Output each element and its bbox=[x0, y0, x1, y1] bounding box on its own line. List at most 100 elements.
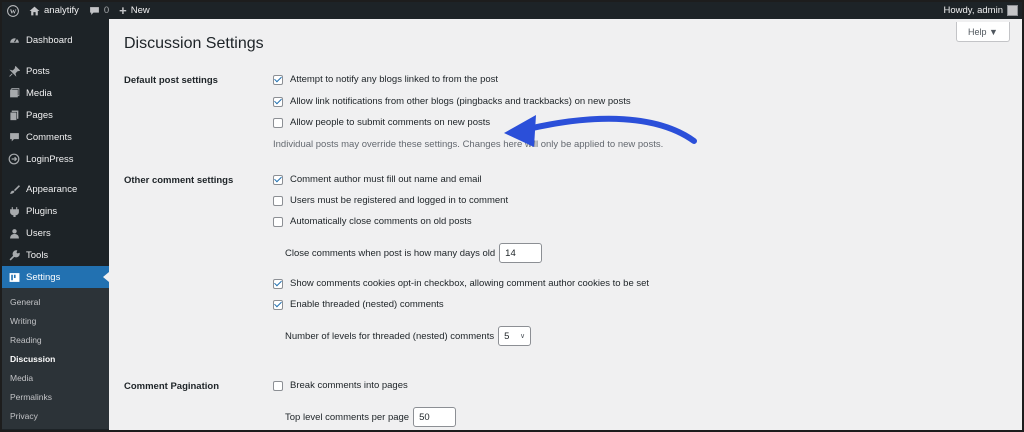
option-notify-blogs[interactable]: Attempt to notify any blogs linked to fr… bbox=[273, 74, 498, 85]
sidebar-item-appearance[interactable]: Appearance bbox=[2, 178, 109, 200]
option-require-name-email[interactable]: Comment author must fill out name and em… bbox=[273, 174, 482, 185]
checkbox-unchecked[interactable] bbox=[273, 117, 283, 128]
svg-text:W: W bbox=[10, 8, 17, 15]
comments-link[interactable]: 0 bbox=[84, 2, 114, 19]
settings-submenu: General Writing Reading Discussion Media… bbox=[2, 288, 109, 429]
annotation-arrow-icon bbox=[504, 115, 697, 147]
main-content: Help ▼ Discussion Settings Default post … bbox=[109, 19, 1022, 430]
option-link-notifications[interactable]: Allow link notifications from other blog… bbox=[273, 96, 631, 107]
loginpress-icon bbox=[8, 153, 20, 165]
submenu-reading[interactable]: Reading bbox=[2, 330, 109, 349]
sidebar-item-media[interactable]: Media bbox=[2, 82, 109, 104]
sidebar-item-dashboard[interactable]: Dashboard bbox=[2, 29, 109, 51]
checkbox-checked[interactable] bbox=[273, 278, 283, 289]
user-icon bbox=[8, 227, 20, 239]
close-days-row: Close comments when post is how many day… bbox=[285, 243, 543, 263]
thread-levels-label: Number of levels for threaded (nested) c… bbox=[285, 330, 495, 342]
option-label: Enable threaded (nested) comments bbox=[290, 299, 444, 310]
sidebar-item-settings[interactable]: Settings bbox=[2, 266, 109, 288]
new-label: New bbox=[130, 5, 150, 16]
sidebar-item-label: Posts bbox=[26, 65, 50, 77]
option-require-registration[interactable]: Users must be registered and logged in t… bbox=[273, 195, 508, 206]
site-name-link[interactable]: analytify bbox=[24, 2, 84, 19]
pages-icon bbox=[8, 109, 20, 121]
wordpress-logo[interactable]: W bbox=[2, 2, 24, 19]
plus-icon: + bbox=[119, 3, 127, 18]
sidebar-item-label: Comments bbox=[26, 131, 72, 143]
per-page-row: Top level comments per page 50 bbox=[285, 407, 457, 427]
option-auto-close[interactable]: Automatically close comments on old post… bbox=[273, 216, 472, 227]
sidebar-item-posts[interactable]: Posts bbox=[2, 60, 109, 82]
option-label: Break comments into pages bbox=[290, 380, 408, 391]
home-icon bbox=[29, 6, 40, 15]
checkbox-checked[interactable] bbox=[273, 299, 283, 310]
thread-levels-select[interactable]: 5 ∨ bbox=[498, 326, 532, 346]
sidebar-item-loginpress[interactable]: LoginPress bbox=[2, 148, 109, 170]
sidebar-item-label: Settings bbox=[26, 271, 61, 283]
comments-count: 0 bbox=[103, 5, 110, 16]
sidebar-item-label: LoginPress bbox=[26, 153, 74, 165]
sidebar-item-label: Dashboard bbox=[26, 34, 73, 46]
comment-icon bbox=[8, 131, 20, 143]
submenu-writing[interactable]: Writing bbox=[2, 311, 109, 330]
option-threaded-comments[interactable]: Enable threaded (nested) comments bbox=[273, 299, 444, 310]
sidebar-item-plugins[interactable]: Plugins bbox=[2, 200, 109, 222]
checkbox-checked[interactable] bbox=[273, 74, 283, 85]
option-label: Users must be registered and logged in t… bbox=[290, 195, 509, 206]
submenu-media[interactable]: Media bbox=[2, 368, 109, 387]
sidebar-item-pages[interactable]: Pages bbox=[2, 104, 109, 126]
option-label: Comment author must fill out name and em… bbox=[290, 174, 482, 185]
checkbox-checked[interactable] bbox=[273, 174, 283, 185]
sidebar-item-users[interactable]: Users bbox=[2, 222, 109, 244]
avatar bbox=[1007, 5, 1018, 16]
submenu-privacy[interactable]: Privacy bbox=[2, 406, 109, 425]
submenu-discussion[interactable]: Discussion bbox=[2, 349, 109, 368]
page-title: Discussion Settings bbox=[124, 35, 264, 52]
option-cookies-opt-in[interactable]: Show comments cookies opt-in checkbox, a… bbox=[273, 278, 649, 289]
option-label: Allow people to submit comments on new p… bbox=[290, 117, 491, 128]
comment-bubble-icon bbox=[89, 6, 99, 15]
wrench-icon bbox=[8, 249, 20, 261]
help-tab-button[interactable]: Help ▼ bbox=[956, 22, 1010, 42]
checkbox-unchecked[interactable] bbox=[273, 380, 283, 391]
admin-bar: W analytify 0 + New Howdy, admin bbox=[2, 2, 1022, 19]
sidebar-item-tools[interactable]: Tools bbox=[2, 244, 109, 266]
pin-icon bbox=[8, 65, 20, 77]
section-label-pagination: Comment Pagination bbox=[124, 381, 220, 392]
per-page-input[interactable]: 50 bbox=[413, 407, 457, 427]
option-allow-comments[interactable]: Allow people to submit comments on new p… bbox=[273, 117, 490, 128]
checkbox-unchecked[interactable] bbox=[273, 195, 283, 206]
wordpress-icon: W bbox=[7, 4, 19, 17]
submenu-permalinks[interactable]: Permalinks bbox=[2, 387, 109, 406]
sidebar-item-label: Appearance bbox=[26, 183, 78, 195]
select-value: 5 bbox=[504, 330, 510, 342]
browser-frame: W analytify 0 + New Howdy, admin Dashboa… bbox=[0, 0, 1024, 432]
new-content-link[interactable]: + New bbox=[114, 2, 155, 19]
checkbox-checked[interactable] bbox=[273, 96, 283, 107]
sidebar-item-label: Plugins bbox=[26, 205, 58, 217]
howdy-text: Howdy, admin bbox=[943, 5, 1004, 16]
sidebar-item-label: Media bbox=[26, 87, 52, 99]
section-label-default-post: Default post settings bbox=[124, 75, 218, 86]
option-label: Allow link notifications from other blog… bbox=[290, 96, 631, 107]
media-icon bbox=[8, 87, 20, 99]
brush-icon bbox=[8, 183, 20, 195]
per-page-label: Top level comments per page bbox=[285, 411, 410, 423]
sidebar-item-label: Pages bbox=[26, 109, 53, 121]
settings-icon bbox=[8, 271, 20, 283]
close-days-input[interactable]: 14 bbox=[499, 243, 543, 263]
close-days-label: Close comments when post is how many day… bbox=[285, 247, 496, 259]
sidebar-item-label: Tools bbox=[26, 249, 49, 261]
option-label: Automatically close comments on old post… bbox=[290, 216, 472, 227]
option-label: Attempt to notify any blogs linked to fr… bbox=[290, 74, 499, 85]
admin-sidebar: Dashboard Posts Media Pages Comments Log… bbox=[2, 19, 109, 430]
chevron-down-icon: ∨ bbox=[519, 333, 526, 340]
sidebar-item-comments[interactable]: Comments bbox=[2, 126, 109, 148]
sidebar-item-label: Users bbox=[26, 227, 51, 239]
plug-icon bbox=[8, 205, 20, 217]
submenu-general[interactable]: General bbox=[2, 292, 109, 311]
site-name: analytify bbox=[44, 5, 79, 16]
checkbox-unchecked[interactable] bbox=[273, 216, 283, 227]
option-break-pages[interactable]: Break comments into pages bbox=[273, 380, 408, 391]
account-menu[interactable]: Howdy, admin bbox=[943, 2, 1018, 19]
